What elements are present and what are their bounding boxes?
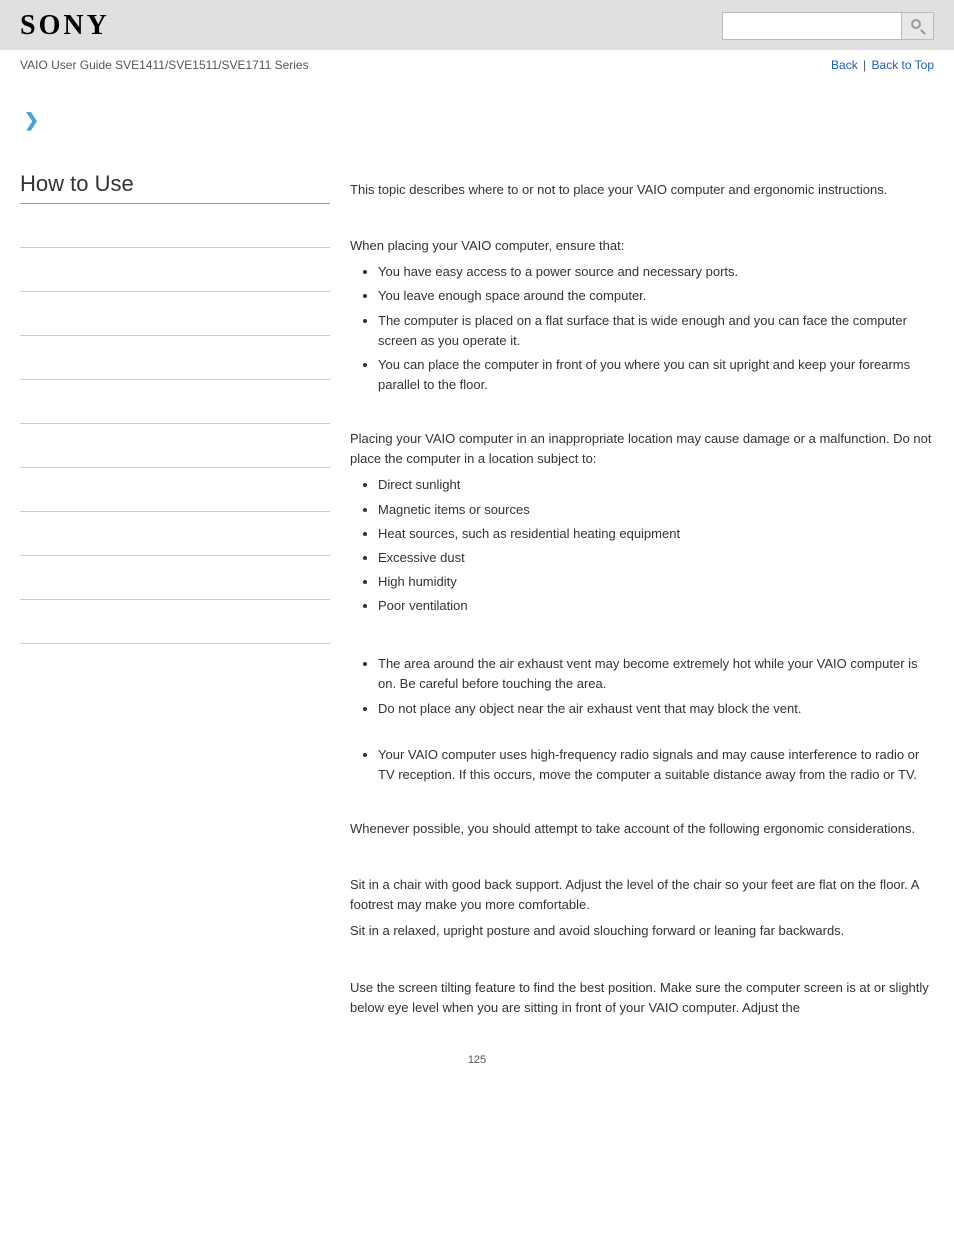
chair-text-2: Sit in a relaxed, upright posture and av… [350,921,934,941]
sidebar-item[interactable] [20,512,330,556]
subheader: VAIO User Guide SVE1411/SVE1511/SVE1711 … [0,50,954,80]
list-item: Magnetic items or sources [378,500,934,520]
vent-list: The area around the air exhaust vent may… [350,654,934,718]
breadcrumb: VAIO User Guide SVE1411/SVE1511/SVE1711 … [20,58,309,72]
avoid-intro: Placing your VAIO computer in an inappro… [350,429,934,469]
search-wrap [722,12,934,40]
sidebar-item[interactable] [20,292,330,336]
list-item: Direct sunlight [378,475,934,495]
list-item: High humidity [378,572,934,592]
back-link[interactable]: Back [831,58,858,72]
avoid-list: Direct sunlight Magnetic items or source… [350,475,934,616]
screen-text: Use the screen tilting feature to find t… [350,978,934,1018]
sidebar-item[interactable] [20,424,330,468]
main-content: This topic describes where to or not to … [350,110,934,1024]
sidebar-item[interactable] [20,556,330,600]
body-wrap: ❯ How to Use This topic describes where … [0,80,954,1024]
list-item: Excessive dust [378,548,934,568]
search-button[interactable] [902,12,934,40]
sidebar-item[interactable] [20,468,330,512]
search-icon [911,19,925,33]
back-to-top-link[interactable]: Back to Top [872,58,934,72]
placing-intro: When placing your VAIO computer, ensure … [350,236,934,256]
top-links: Back | Back to Top [831,58,934,72]
sidebar-item[interactable] [20,600,330,644]
search-input[interactable] [722,12,902,40]
list-item: You leave enough space around the comput… [378,286,934,306]
link-separator: | [863,58,866,72]
rf-list: Your VAIO computer uses high-frequency r… [350,745,934,785]
sidebar-title: How to Use [20,171,330,204]
list-item: The area around the air exhaust vent may… [378,654,934,694]
sidebar-item[interactable] [20,204,330,248]
list-item: You have easy access to a power source a… [378,262,934,282]
list-item: Your VAIO computer uses high-frequency r… [378,745,934,785]
sidebar-item[interactable] [20,248,330,292]
chair-text-1: Sit in a chair with good back support. A… [350,875,934,915]
list-item: Poor ventilation [378,596,934,616]
sony-logo: SONY [20,10,110,42]
chevron-right-icon[interactable]: ❯ [24,110,330,131]
ergo-intro: Whenever possible, you should attempt to… [350,819,934,839]
placing-list: You have easy access to a power source a… [350,262,934,395]
page-number: 125 [0,1054,954,1086]
header-bar: SONY [0,0,954,50]
list-item: The computer is placed on a flat surface… [378,311,934,351]
intro-text: This topic describes where to or not to … [350,180,934,200]
list-item: Do not place any object near the air exh… [378,699,934,719]
list-item: Heat sources, such as residential heatin… [378,524,934,544]
list-item: You can place the computer in front of y… [378,355,934,395]
sidebar-item[interactable] [20,380,330,424]
sidebar: ❯ How to Use [20,110,330,1024]
sidebar-item[interactable] [20,336,330,380]
